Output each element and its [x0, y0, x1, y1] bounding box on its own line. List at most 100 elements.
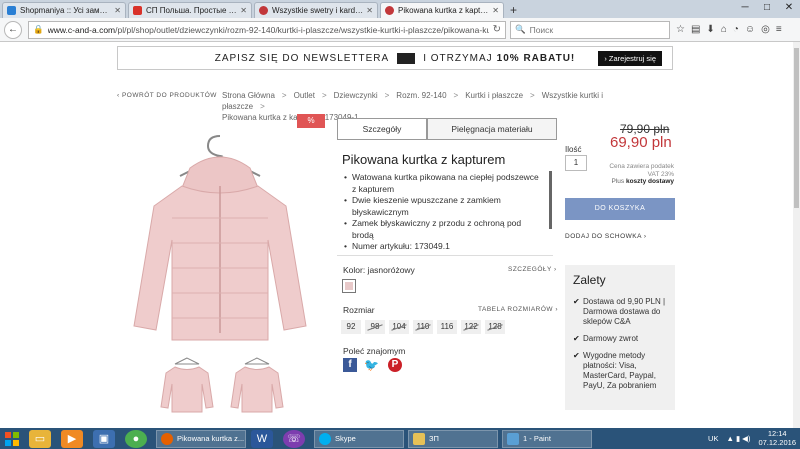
color-swatch[interactable] [342, 279, 356, 293]
start-button[interactable] [0, 428, 24, 449]
size-option-unavailable: 122 [461, 320, 481, 334]
vat-note: Cena zawiera podatek VAT 23% [609, 163, 674, 179]
envelope-icon [397, 52, 416, 64]
tab-close-icon[interactable]: ✕ [492, 6, 499, 15]
address-bar[interactable]: 🔒 www.c-and-a.com/pl/pl/shop/outlet/dzie… [28, 20, 506, 39]
taskbar-label: ЗП [429, 434, 439, 443]
register-button[interactable]: › Zarejestruj się [598, 51, 662, 66]
lock-icon: 🔒 [33, 24, 44, 34]
benefit-item: Dostawa od 9,90 PLN | Darmowa dostawa do… [573, 297, 667, 327]
breadcrumb-item[interactable]: Kurtki i płaszcze [465, 91, 523, 100]
firefox-icon [161, 432, 173, 445]
tab-details[interactable]: Szczegóły [337, 118, 427, 140]
benefit-item: Wygodne metody płatności: Visa, MasterCa… [573, 351, 667, 391]
browser-tab[interactable]: СП Польша. Простые усл... ✕ [128, 2, 252, 18]
toolbar-icons: ☆ ▤ ⬇ ⌂ ◔ ☺ ◎ ≡ [676, 24, 782, 35]
shipping-note: Plus koszty dostawy [611, 178, 674, 185]
tab-favicon-icon [385, 6, 394, 15]
taskbar-skype[interactable]: Skype [314, 429, 404, 448]
clock-date: 07.12.2016 [758, 438, 796, 447]
tab-title: СП Польша. Простые усл... [146, 6, 237, 15]
product-thumbnail-back[interactable] [230, 355, 284, 415]
size-option-unavailable: 98 [365, 320, 385, 334]
taskbar-folder[interactable]: ЗП [408, 429, 498, 448]
home-icon[interactable]: ⌂ [721, 24, 727, 35]
search-icon: 🔍 [515, 24, 526, 34]
windows-logo-icon [5, 431, 19, 446]
size-option[interactable]: 116 [437, 320, 457, 334]
close-window-button[interactable]: ✕ [778, 0, 800, 16]
add-to-cart-button[interactable]: DO KOSZYKA [565, 198, 675, 220]
tab-title: Wszystkie swetry i kardigan... [272, 6, 363, 15]
tab-title: Pikowana kurtka z kapturem... [398, 6, 489, 15]
page-scrollbar[interactable] [793, 42, 800, 428]
add-to-wishlist-link[interactable]: DODAJ DO SCHOWKA › [565, 233, 647, 240]
tab-close-icon[interactable]: ✕ [114, 6, 121, 15]
menu-icon[interactable]: ≡ [776, 24, 782, 35]
tab-care[interactable]: Pielęgnacja materiału [427, 118, 557, 140]
newsletter-text: ZAPISZ SIĘ DO NEWSLETTERA [214, 52, 390, 64]
language-indicator[interactable]: UK [708, 434, 718, 443]
product-tabs: Szczegóły Pielęgnacja materiału [337, 118, 557, 140]
window-controls: ─ □ ✕ [734, 0, 800, 16]
search-input[interactable]: 🔍 Поиск [510, 20, 670, 39]
bookmark-star-icon[interactable]: ☆ [676, 24, 685, 35]
breadcrumb-item[interactable]: Dziewczynki [334, 91, 378, 100]
product-image[interactable] [130, 128, 310, 343]
save-icon[interactable]: ▣ [93, 429, 115, 448]
chat-icon[interactable]: ☺ [745, 24, 755, 35]
minimize-button[interactable]: ─ [734, 0, 756, 16]
browser-tab[interactable]: Shopmaniya :: Усі замовле... ✕ [2, 2, 126, 18]
details-link[interactable]: SZCZEGÓŁY › [508, 266, 557, 273]
size-option[interactable]: 92 [341, 320, 361, 334]
url-path: /pl/pl/shop/outlet/dziewczynki/rozm-92-1… [115, 24, 489, 35]
divider [337, 255, 553, 256]
viber-icon[interactable]: ☏ [283, 429, 305, 448]
tab-close-icon[interactable]: ✕ [366, 6, 373, 15]
taskbar-firefox[interactable]: Pikowana kurtka z... [156, 429, 246, 448]
clock[interactable]: 12:14 07.12.2016 [758, 429, 796, 447]
breadcrumb-item[interactable]: Rozm. 92-140 [396, 91, 446, 100]
facebook-icon[interactable]: f [343, 358, 357, 372]
browser-tab-bar: Shopmaniya :: Усі замовле... ✕ СП Польша… [0, 0, 800, 18]
library-icon[interactable]: ▤ [691, 24, 700, 35]
feature-item: Watowana kurtka pikowana na ciepłej pods… [344, 172, 544, 195]
product-thumbnail-front[interactable] [160, 355, 214, 415]
word-icon[interactable]: W [251, 429, 273, 448]
explorer-icon[interactable]: ▭ [29, 429, 51, 448]
folder-icon [413, 432, 425, 445]
scrollbar-thumb[interactable] [794, 48, 799, 208]
sync-icon[interactable]: ◎ [761, 24, 770, 35]
benefit-item: Darmowy zwrot [573, 334, 667, 344]
product-title: Pikowana kurtka z kapturem [342, 152, 506, 167]
browser-tab[interactable]: Wszystkie swetry i kardigan... ✕ [254, 2, 378, 18]
download-icon[interactable]: ⬇ [706, 24, 714, 35]
quantity-field[interactable]: 1 [565, 155, 587, 171]
tab-close-icon[interactable]: ✕ [240, 6, 247, 15]
benefits-box: Zalety Dostawa od 9,90 PLN | Darmowa dos… [565, 265, 675, 410]
maximize-button[interactable]: □ [756, 0, 778, 16]
twitter-icon[interactable]: 🐦 [364, 358, 379, 372]
size-table-link[interactable]: TABELA ROZMIARÓW › [478, 306, 558, 313]
feature-list: Watowana kurtka pikowana na ciepłej pods… [344, 172, 544, 253]
media-player-icon[interactable]: ▶ [61, 429, 83, 448]
reload-icon[interactable]: ↻ [493, 24, 501, 35]
browser-tab-active[interactable]: Pikowana kurtka z kapturem... ✕ [380, 2, 504, 18]
pocket-icon[interactable]: ◔ [733, 24, 739, 35]
taskbar-paint[interactable]: 1 - Paint [502, 429, 592, 448]
new-tab-button[interactable]: + [510, 2, 517, 18]
back-to-products-link[interactable]: ‹ POWRÓT DO PRODUKTÓW [117, 92, 217, 99]
tab-favicon-icon [259, 6, 268, 15]
shipping-prefix: Plus [611, 178, 625, 185]
breadcrumb-item[interactable]: Strona Główna [222, 91, 275, 100]
pinterest-icon[interactable]: P [388, 358, 402, 372]
size-option-unavailable: 104 [389, 320, 409, 334]
tray-icons[interactable]: ▲ ▮ ◀) [726, 434, 750, 443]
chrome-icon[interactable]: ● [125, 429, 147, 448]
size-option-unavailable: 128 [485, 320, 505, 334]
back-button[interactable]: ← [4, 20, 22, 39]
breadcrumb-item[interactable]: Outlet [294, 91, 315, 100]
taskbar-label: Pikowana kurtka z... [177, 434, 245, 443]
details-scrollbar[interactable] [549, 171, 552, 229]
shipping-cost-link[interactable]: koszty dostawy [626, 178, 674, 185]
